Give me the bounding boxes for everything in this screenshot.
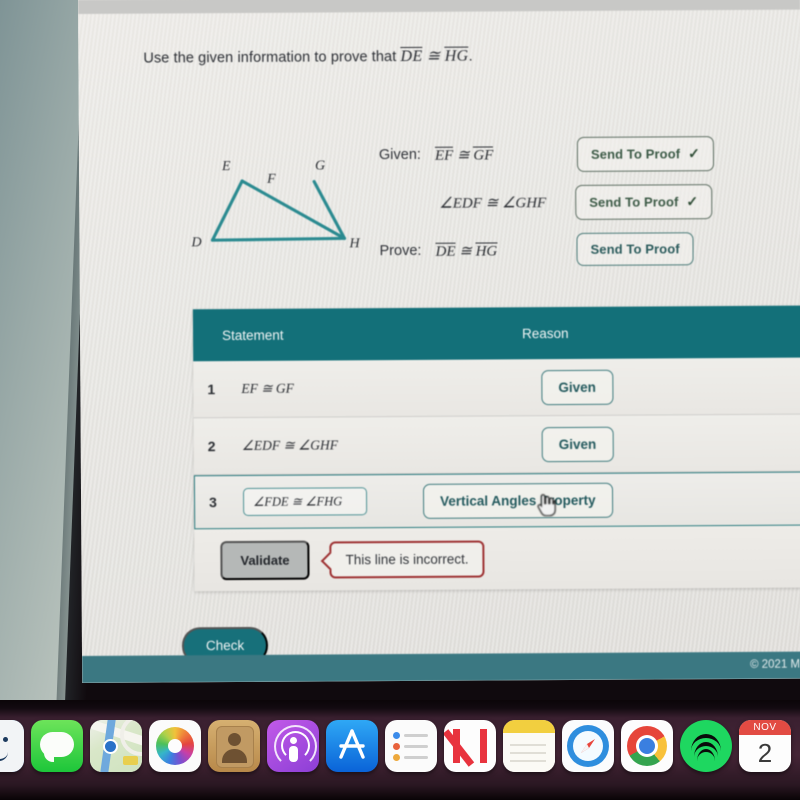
geometry-figure: E F G D H — [189, 148, 380, 269]
table-row-selected[interactable]: 3 ∠FDE ≅ ∠FHG Vertical Angles Property — [193, 471, 800, 530]
calendar-icon[interactable]: NOV 2 — [739, 720, 791, 772]
proof-table-header: Statement Reason — [192, 305, 800, 362]
figure-label-G: G — [314, 158, 326, 174]
prove-label: Prove: — [379, 242, 422, 260]
app-store-icon[interactable] — [326, 720, 378, 772]
given-prove-block: Given: EF ≅ GF Send To Proof ✓ ∠EDF ≅ ∠GH… — [379, 136, 780, 282]
calendar-month-label: NOV — [739, 720, 791, 735]
segment-DE — [210, 179, 244, 242]
prompt-segment-de: DE — [400, 46, 423, 66]
reminders-icon[interactable] — [385, 720, 437, 772]
send-to-proof-button-3[interactable]: Send To Proof — [576, 232, 694, 266]
given-2-left: ∠EDF — [439, 195, 482, 212]
given-expression-1: EF ≅ GF — [434, 145, 494, 165]
row-number: 3 — [209, 494, 217, 511]
given-label: Given: — [378, 146, 421, 164]
row-number: 1 — [207, 381, 216, 398]
problem-prompt: Use the given information to prove that … — [143, 46, 473, 68]
check-mark-icon-2: ✓ — [686, 193, 699, 210]
row-statement-editable[interactable]: ∠FDE ≅ ∠FHG — [242, 487, 368, 517]
given-row-1: Given: EF ≅ GF Send To Proof ✓ — [379, 136, 779, 186]
validate-button[interactable]: Validate — [220, 540, 310, 580]
maps-icon[interactable] — [90, 720, 142, 772]
check-mark-icon-1: ✓ — [688, 145, 701, 162]
given-2-cong: ≅ — [485, 195, 499, 212]
photos-icon[interactable] — [149, 720, 201, 772]
row-reason-cell: Given — [541, 426, 614, 462]
reason-button[interactable]: Given — [541, 426, 614, 462]
send-to-proof-label-3: Send To Proof — [590, 241, 680, 257]
given-1-cong: ≅ — [456, 147, 470, 164]
copyright-text: © 2021 M — [750, 658, 800, 671]
reason-button-vertical-angles[interactable]: Vertical Angles Property — [422, 482, 613, 519]
given-2-right: ∠GHF — [501, 195, 547, 212]
prove-cong: ≅ — [459, 243, 472, 260]
send-to-proof-label-2: Send To Proof — [589, 194, 679, 210]
row-statement: EF ≅ GF — [241, 380, 294, 397]
error-tooltip: This line is incorrect. — [329, 540, 485, 578]
contacts-icon[interactable] — [208, 720, 260, 772]
prompt-text: Use the given information to prove that — [143, 49, 397, 67]
prove-right: HG — [475, 242, 498, 261]
dock-app-row: NOV 2 — [0, 714, 800, 778]
send-to-proof-button-1[interactable]: Send To Proof ✓ — [576, 136, 715, 172]
table-row[interactable]: 1 EF ≅ GF Given — [193, 357, 800, 419]
screenshot-root: Use the given information to prove that … — [0, 0, 800, 800]
row-reason-cell: Given — [541, 369, 613, 405]
proof-table: Statement Reason 1 EF ≅ GF Given 2 ∠EDF … — [192, 305, 800, 592]
finder-icon[interactable] — [0, 720, 24, 772]
spotify-icon[interactable] — [680, 720, 732, 772]
validate-row: Validate This line is incorrect. — [194, 525, 800, 592]
prompt-segment-hg: HG — [444, 46, 469, 66]
segment-DH — [210, 236, 347, 242]
calendar-day-label: 2 — [757, 738, 773, 768]
reason-button[interactable]: Given — [541, 369, 613, 405]
given-1-left: EF — [434, 146, 454, 165]
given-1-right: GF — [473, 146, 494, 165]
column-header-statement: Statement — [222, 327, 284, 343]
page-top-strip — [78, 0, 800, 14]
news-icon[interactable] — [444, 720, 496, 772]
given-expression-2: ∠EDF ≅ ∠GHF — [439, 193, 546, 213]
figure-label-D: D — [191, 235, 202, 251]
prove-row: Prove: DE ≅ HG Send To Proof — [379, 232, 779, 282]
page-surface: Use the given information to prove that … — [78, 0, 800, 683]
figure-label-H: H — [349, 236, 360, 252]
page-footer: © 2021 M — [82, 651, 800, 683]
prove-expression: DE ≅ HG — [435, 241, 498, 261]
figure-label-F: F — [267, 171, 276, 187]
browser-page: Use the given information to prove that … — [78, 0, 800, 683]
notes-icon[interactable] — [503, 720, 555, 772]
row-number: 2 — [207, 438, 216, 455]
row-reason-cell: Vertical Angles Property — [422, 482, 613, 519]
safari-icon[interactable] — [562, 720, 614, 772]
table-row[interactable]: 2 ∠EDF ≅ ∠GHF Given — [193, 414, 800, 476]
send-to-proof-label-1: Send To Proof — [590, 146, 681, 162]
send-to-proof-button-2[interactable]: Send To Proof ✓ — [575, 184, 713, 220]
prompt-period: . — [468, 48, 473, 65]
podcasts-icon[interactable] — [267, 720, 319, 772]
prove-left: DE — [435, 242, 456, 261]
figure-label-E: E — [221, 159, 231, 175]
chrome-icon[interactable] — [621, 720, 673, 772]
row-statement: ∠EDF ≅ ∠GHF — [241, 437, 339, 454]
given-row-2: ∠EDF ≅ ∠GHF Send To Proof ✓ — [379, 184, 779, 234]
pointing-hand-cursor — [537, 494, 556, 517]
messages-icon[interactable] — [31, 720, 83, 772]
column-header-reason: Reason — [521, 325, 569, 341]
prompt-congruent-symbol: ≅ — [426, 47, 441, 65]
